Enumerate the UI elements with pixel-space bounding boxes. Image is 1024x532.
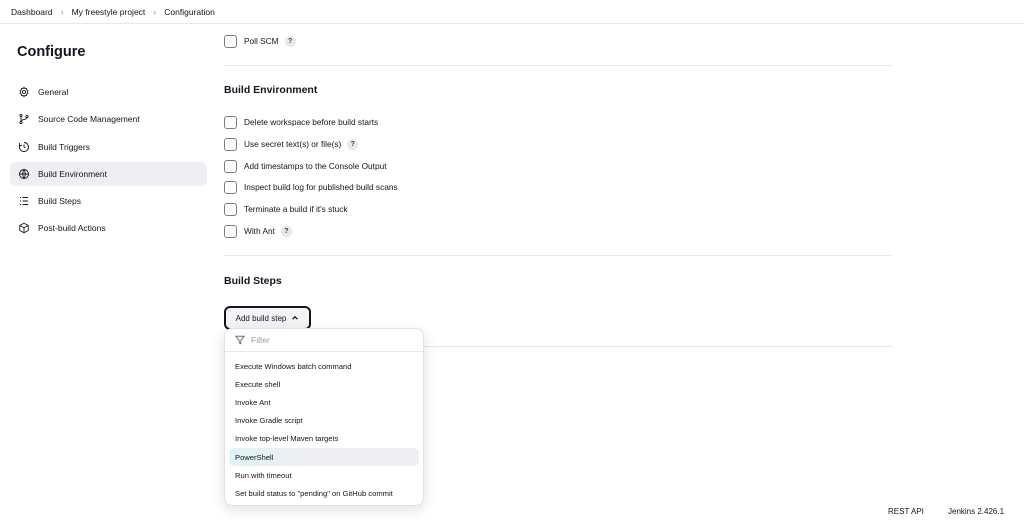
filter-input[interactable]: [251, 335, 401, 345]
sidebar-item-label: General: [38, 87, 69, 97]
option-terminate-stuck: Terminate a build if it's stuck: [224, 202, 348, 216]
clock-icon: [18, 141, 30, 153]
dropdown-item-github-pending-status[interactable]: Set build status to "pending" on GitHub …: [229, 484, 419, 502]
add-timestamps-checkbox[interactable]: [224, 159, 237, 173]
chevron-up-icon: [291, 314, 299, 322]
sidebar-nav: General Source Code Management Build Tri…: [10, 80, 207, 244]
option-label: Add timestamps to the Console Output: [244, 161, 387, 171]
option-label: Delete workspace before build starts: [244, 117, 379, 127]
poll-scm-option: Poll SCM ?: [224, 34, 296, 48]
option-with-ant: With Ant ?: [224, 224, 292, 238]
globe-icon: [18, 168, 30, 180]
sidebar-item-build-steps[interactable]: Build Steps: [10, 189, 207, 213]
option-use-secret: Use secret text(s) or file(s) ?: [224, 137, 359, 151]
sidebar-item-label: Post-build Actions: [38, 223, 106, 234]
section-title-build-steps: Build Steps: [224, 275, 282, 287]
breadcrumb: Dashboard › My freestyle project › Confi…: [0, 0, 1024, 24]
inspect-build-log-checkbox[interactable]: [224, 180, 237, 194]
option-label: Poll SCM: [244, 36, 279, 46]
box-icon: [18, 222, 30, 234]
dropdown-item-invoke-maven[interactable]: Invoke top-level Maven targets: [229, 430, 419, 448]
rest-api-link[interactable]: REST API: [888, 507, 924, 516]
dropdown-item-execute-shell[interactable]: Execute shell: [229, 375, 419, 393]
filter-icon: [235, 335, 245, 345]
option-label: Terminate a build if it's stuck: [244, 204, 348, 214]
poll-scm-checkbox[interactable]: [224, 34, 237, 48]
gear-icon: [18, 86, 30, 98]
dropdown-item-invoke-gradle[interactable]: Invoke Gradle script: [229, 412, 419, 430]
option-label: With Ant: [244, 226, 275, 236]
sidebar-item-label: Build Triggers: [38, 141, 90, 152]
chevron-right-icon: ›: [153, 6, 157, 17]
breadcrumb-dashboard[interactable]: Dashboard: [11, 7, 53, 17]
sidebar-item-general[interactable]: General: [10, 80, 207, 104]
dropdown-item-run-with-timeout[interactable]: Run with timeout: [229, 466, 419, 484]
help-icon[interactable]: ?: [284, 35, 296, 47]
branch-icon: [18, 113, 30, 125]
sidebar-item-label: Build Steps: [38, 196, 81, 207]
sidebar-item-source-code-management[interactable]: Source Code Management: [10, 107, 207, 131]
main-content: Poll SCM ? Build Environment Delete work…: [224, 17, 892, 532]
option-label: Inspect build log for published build sc…: [244, 182, 398, 192]
dropdown-item-powershell[interactable]: PowerShell: [229, 447, 419, 467]
breadcrumb-project[interactable]: My freestyle project: [72, 7, 146, 17]
sidebar-item-label: Source Code Management: [38, 114, 140, 125]
page-title: Configure: [17, 44, 86, 60]
breadcrumb-configuration[interactable]: Configuration: [164, 7, 215, 17]
delete-workspace-checkbox[interactable]: [224, 115, 237, 129]
add-build-step-button[interactable]: Add build step: [224, 306, 311, 330]
sidebar-item-build-environment[interactable]: Build Environment: [10, 161, 207, 186]
divider: [224, 65, 892, 66]
dropdown-item-windows-batch[interactable]: Execute Windows batch command: [229, 357, 419, 375]
option-add-timestamps: Add timestamps to the Console Output: [224, 159, 387, 173]
divider: [224, 255, 892, 256]
help-icon[interactable]: ?: [280, 225, 292, 237]
section-title-build-environment: Build Environment: [224, 84, 318, 96]
terminate-stuck-checkbox[interactable]: [224, 202, 237, 216]
add-build-step-label: Add build step: [235, 313, 287, 323]
sidebar-item-post-build-actions[interactable]: Post-build Actions: [10, 216, 207, 240]
dropdown-item-invoke-ant[interactable]: Invoke Ant: [229, 393, 419, 411]
option-label: Use secret text(s) or file(s): [244, 139, 342, 149]
list-icon: [18, 195, 30, 207]
dropdown-filter: [225, 329, 423, 352]
sidebar: Configure General Source Code Management…: [0, 24, 215, 532]
help-icon[interactable]: ?: [347, 138, 359, 150]
dropdown-list: Execute Windows batch command Execute sh…: [225, 352, 423, 503]
chevron-right-icon: ›: [60, 6, 64, 17]
option-inspect-build-log: Inspect build log for published build sc…: [224, 180, 398, 194]
jenkins-version-link[interactable]: Jenkins 2.426.1: [948, 507, 1004, 516]
sidebar-item-label: Build Environment: [38, 168, 107, 179]
option-delete-workspace: Delete workspace before build starts: [224, 115, 378, 129]
with-ant-checkbox[interactable]: [224, 224, 237, 238]
build-step-dropdown: Execute Windows batch command Execute sh…: [224, 328, 424, 506]
sidebar-item-build-triggers[interactable]: Build Triggers: [10, 135, 207, 159]
use-secret-checkbox[interactable]: [224, 137, 237, 151]
